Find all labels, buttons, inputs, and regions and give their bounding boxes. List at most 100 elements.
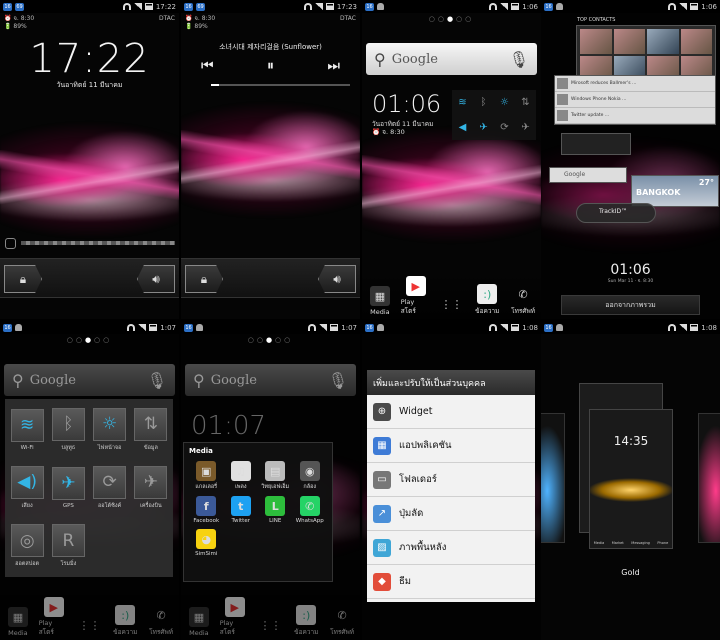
quick-setting-tile[interactable]: ⇅ ข้อมูล xyxy=(133,403,169,456)
contact-photo[interactable] xyxy=(680,29,712,54)
dock-item-messaging[interactable]: :) ข้อความ xyxy=(291,605,321,637)
sound-toggle-button[interactable]: 🔊︎ xyxy=(318,265,356,293)
folder-app[interactable]: ▤ วิทยุเอฟเอ็ม xyxy=(258,461,293,491)
google-search-mini-widget[interactable]: Google xyxy=(549,167,627,183)
exit-overview-button[interactable]: ออกจากภาพรวม xyxy=(561,295,700,315)
quick-setting-tile[interactable]: ⟳ ออโต้ซิงค์ xyxy=(92,461,128,514)
status-bar: 16 69 17:22 xyxy=(0,0,179,13)
dock-item-phone[interactable]: ✆ โทรศัพท์ xyxy=(146,605,176,637)
contact-photo[interactable] xyxy=(613,29,645,54)
sound-toggle-icon[interactable]: ◀ xyxy=(452,115,473,140)
dock-item-messaging[interactable]: :) ข้อความ xyxy=(110,605,140,637)
feed-row[interactable]: Mirosoft reduces Ballmer's ... xyxy=(555,76,715,92)
contact-photo[interactable] xyxy=(647,29,679,54)
quick-setting-tile[interactable]: ◀) เสียง xyxy=(9,461,45,514)
theme-preview-prev[interactable] xyxy=(541,413,565,543)
dock-item-media[interactable]: ▦ Media xyxy=(365,286,395,316)
feed-row[interactable]: Windows Phone Nokia ... xyxy=(555,92,715,108)
next-track-icon[interactable]: ⏭ xyxy=(327,58,340,74)
folder-app[interactable]: ▣ แกลเลอรี่ xyxy=(189,461,224,491)
music-progress-bar[interactable] xyxy=(211,84,350,86)
status-time: 17:22 xyxy=(155,2,176,11)
dock-item-phone[interactable]: ✆ โทรศัพท์ xyxy=(327,605,357,637)
notification-badge: 69 xyxy=(15,2,24,11)
brightness-toggle-icon[interactable]: ☼ xyxy=(494,90,515,115)
menu-item[interactable]: ▨ ภาพพื้นหลัง xyxy=(367,531,535,565)
unlock-button[interactable]: 🔒︎ xyxy=(4,265,42,293)
quick-setting-tile[interactable]: ✈ เครื่องบิน xyxy=(133,461,169,514)
dock-item-phone[interactable]: ✆ โทรศัพท์ xyxy=(508,284,538,316)
dock-item-play-store[interactable]: ▶ Play สโตร์ xyxy=(39,597,69,637)
unlock-slider[interactable]: 🔒︎ 🔊︎ xyxy=(0,258,179,298)
dock-label: Play สโตร์ xyxy=(38,619,54,636)
themes-panel: 16 1:08 14:35 Media Market Messaging Pho… xyxy=(541,321,720,640)
quick-setting-tile[interactable]: ≋ Wi-Fi xyxy=(9,403,45,456)
mic-icon[interactable]: 🎙︎ xyxy=(147,371,167,390)
menu-item[interactable]: ▭ โฟลเดอร์ xyxy=(367,463,535,497)
mic-icon[interactable]: 🎙︎ xyxy=(328,371,348,390)
menu-item[interactable]: ⊕ Widget xyxy=(367,395,535,429)
dock-item-media[interactable]: ▦ Media xyxy=(184,607,214,637)
bluetooth-toggle-icon[interactable]: ᛒ xyxy=(473,90,494,115)
overview-clock: 01:06 xyxy=(610,262,651,278)
menu-item[interactable]: ↗ ปุ่มลัด xyxy=(367,497,535,531)
folder-app[interactable]: L LINE xyxy=(258,496,293,524)
play-store-icon: ▶ xyxy=(43,597,64,617)
mic-icon[interactable]: 🎙︎ xyxy=(509,50,529,69)
menu-item[interactable]: ▦ แอปพลิเคชัน xyxy=(367,429,535,463)
dock-item-app-drawer[interactable]: ⋮⋮ xyxy=(436,294,466,316)
feed-row[interactable]: Twitter update ... xyxy=(555,108,715,124)
folder-app[interactable]: f Facebook xyxy=(189,496,224,524)
google-search-widget[interactable]: ⚲ Google 🎙︎ xyxy=(185,364,356,396)
menu-item[interactable]: ◆ ธีม xyxy=(367,565,535,599)
quick-setting-tile[interactable]: R โรมมิ่ง xyxy=(50,520,86,573)
dock-item-messaging[interactable]: :) ข้อความ xyxy=(472,284,502,316)
feed-text: Mirosoft reduces Ballmer's ... xyxy=(571,81,637,86)
app-label: เพลง xyxy=(234,484,247,490)
contact-photo[interactable] xyxy=(580,29,612,54)
dock-item-app-drawer[interactable]: ⋮⋮ xyxy=(74,615,104,637)
trackid-widget[interactable]: TrackID™ xyxy=(576,203,656,223)
quick-setting-tile[interactable]: ☼ ไฟหน้าจอ xyxy=(92,403,128,456)
app-label: LINE xyxy=(269,518,282,524)
speaker-icon: 🔊︎ xyxy=(152,271,160,286)
previous-track-icon[interactable]: ⏮ xyxy=(201,58,214,74)
unlock-button[interactable]: 🔒︎ xyxy=(185,265,223,293)
sync-toggle-icon[interactable]: ⟳ xyxy=(494,115,515,140)
social-feed-widget[interactable]: Mirosoft reduces Ballmer's ... Windows P… xyxy=(554,75,716,125)
notification-row[interactable] xyxy=(5,235,175,251)
theme-preview-gold[interactable]: 14:35 Media Market Messaging Phone xyxy=(589,409,673,549)
folder-app[interactable]: ◕ SimSimi xyxy=(189,529,224,557)
wifi-icon: ≋ xyxy=(10,408,44,442)
dock-item-play-store[interactable]: ▶ Play สโตร์ xyxy=(220,597,250,637)
app-label: กล้อง xyxy=(303,484,317,490)
folder-app[interactable]: ✆ WhatsApp xyxy=(293,496,328,524)
google-search-widget[interactable]: ⚲ Google 🎙︎ xyxy=(366,43,537,75)
airplane-toggle-icon[interactable]: ✈ xyxy=(515,115,536,140)
dock-item-app-drawer[interactable]: ⋮⋮ xyxy=(255,615,285,637)
status-time: 1:06 xyxy=(701,2,717,11)
dock-label: Media xyxy=(8,629,28,637)
quick-setting-tile[interactable]: ◎ ฮอตสปอต xyxy=(9,520,45,573)
theme-preview-next[interactable] xyxy=(698,413,720,543)
pause-icon[interactable]: ⏸ xyxy=(267,58,274,74)
unlock-slider[interactable]: 🔒︎ 🔊︎ xyxy=(181,258,360,298)
status-time: 1:06 xyxy=(522,2,538,11)
battery-icon xyxy=(511,3,520,10)
data-toggle-icon[interactable]: ⇅ xyxy=(515,90,536,115)
folder-app[interactable]: ◉ กล้อง xyxy=(293,461,328,491)
gps-toggle-icon[interactable]: ✈ xyxy=(473,115,494,140)
dock-item-play-store[interactable]: ▶ Play สโตร์ xyxy=(401,276,431,316)
media-widget[interactable] xyxy=(561,133,631,155)
lock-icon: 🔒︎ xyxy=(200,271,208,286)
sound-toggle-button[interactable]: 🔊︎ xyxy=(137,265,175,293)
quick-setting-tile[interactable]: ᛒ บลูทูธ xyxy=(50,403,86,456)
whatsapp-icon: ✆ xyxy=(299,496,320,516)
google-search-widget[interactable]: ⚲ Google 🎙︎ xyxy=(4,364,175,396)
quick-setting-tile[interactable]: ✈ GPS xyxy=(50,461,86,514)
wifi-toggle-icon[interactable]: ≋ xyxy=(452,90,473,115)
dock-item-media[interactable]: ▦ Media xyxy=(3,607,33,637)
folder-app[interactable]: t Twitter xyxy=(224,496,259,524)
folder-app[interactable]: ♫ เพลง xyxy=(224,461,259,491)
notification-badge: 16 xyxy=(365,323,374,332)
